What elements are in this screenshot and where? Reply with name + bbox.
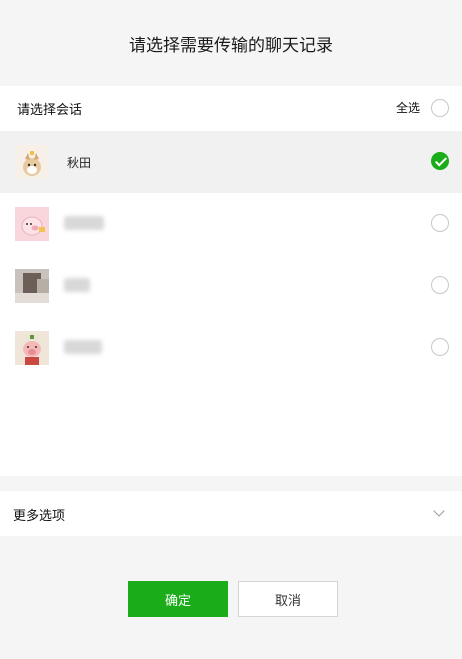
conversation-header-label: 请选择会话 [17,103,83,118]
conversation-name-redacted [64,278,90,292]
conversation-name-redacted [64,340,102,354]
more-options-label: 更多选项 [13,509,66,524]
photo-avatar-icon [15,269,49,303]
conversation-radio-checked[interactable] [431,152,449,170]
conversation-radio[interactable] [431,214,449,232]
confirm-button[interactable]: 确定 [128,581,228,617]
conversation-list: 秋田 [0,131,462,476]
conversation-name: 秋田 [67,156,92,170]
pig-avatar-icon [15,331,49,365]
conversation-name-redacted [64,216,104,230]
conversation-row[interactable] [0,193,462,255]
more-options-row[interactable]: 更多选项 [0,491,462,536]
select-all-radio[interactable] [431,99,449,117]
conversation-row[interactable]: 秋田 [0,131,462,193]
select-all-label[interactable]: 全选 [396,99,420,116]
dog-avatar-icon [15,145,49,179]
conversation-row[interactable] [0,255,462,317]
dialog-title: 请选择需要传输的聊天记录 [129,35,333,56]
conversation-row[interactable] [0,317,462,379]
chevron-down-icon[interactable] [433,505,445,517]
pink-pig-avatar-icon [15,207,49,241]
cancel-button[interactable]: 取消 [238,581,338,617]
conversation-radio[interactable] [431,338,449,356]
conversation-header: 请选择会话 全选 [0,86,462,131]
conversation-radio[interactable] [431,276,449,294]
